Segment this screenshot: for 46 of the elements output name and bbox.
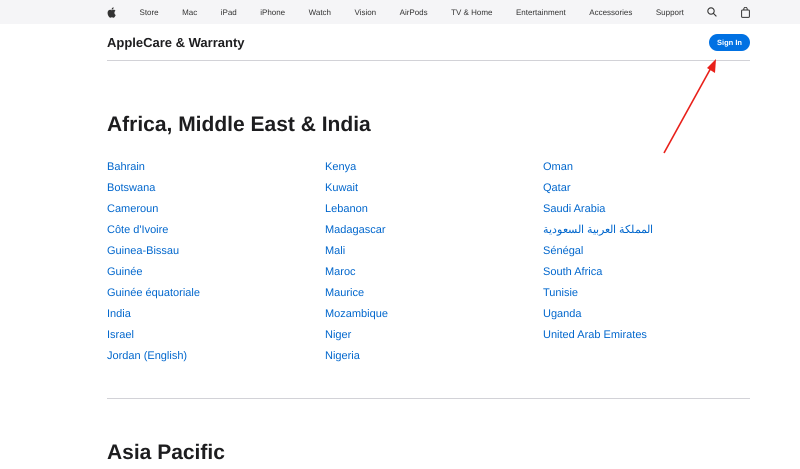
country-link[interactable]: Lebanon [325,199,368,220]
nav-link[interactable]: iPad [220,8,237,16]
country-link[interactable]: Côte d'Ivoire [107,220,168,241]
country-link[interactable]: Sénégal [543,241,584,262]
country-link[interactable]: Guinée équatoriale [107,283,200,304]
shopping-bag-icon[interactable] [740,6,750,18]
country-link[interactable]: Maroc [325,262,356,283]
nav-link[interactable]: Entertainment [516,8,566,16]
country-link[interactable]: Israel [107,325,134,346]
country-link[interactable]: Oman [543,157,573,178]
country-link[interactable]: Maurice [325,283,364,304]
section-heading: Africa, Middle East & India [107,112,372,138]
country-link[interactable]: Cameroun [107,199,158,220]
country-link[interactable]: Bahrain [107,157,145,178]
nav-link[interactable]: AirPods [400,8,428,16]
country-link[interactable]: Jordan (English) [107,346,188,367]
search-icon[interactable] [707,7,718,17]
country-link[interactable]: Kenya [325,157,356,178]
country-link[interactable]: Botswana [107,178,156,199]
country-link[interactable]: United Arab Emirates [543,325,647,346]
country-link[interactable]: Mozambique [325,304,388,325]
apple-icon[interactable] [107,6,116,18]
country-link[interactable]: Niger [325,325,352,346]
country-link[interactable]: Tunisie [543,283,578,304]
nav-link[interactable]: Accessories [589,8,632,16]
nav-link[interactable]: Watch [308,8,331,16]
country-link[interactable]: المملكة العربية السعودية [543,220,654,241]
country-link[interactable]: India [107,304,131,325]
page-title: AppleCare & Warranty [107,34,244,50]
country-link[interactable]: Kuwait [325,178,358,199]
country-link[interactable]: Madagascar [325,220,386,241]
country-link[interactable]: Saudi Arabia [543,199,606,220]
section-heading: Asia Pacific [107,440,226,466]
country-link[interactable]: Nigeria [325,346,360,367]
country-link[interactable]: Qatar [543,178,571,199]
country-link[interactable]: Guinea-Bissau [107,241,180,262]
nav-link[interactable]: Store [139,8,159,16]
nav-link[interactable]: Vision [354,8,376,16]
nav-link[interactable]: TV & Home [451,8,492,16]
nav-link[interactable]: Mac [182,8,198,16]
country-link[interactable]: Uganda [543,304,582,325]
country-link[interactable]: Mali [325,241,346,262]
country-link[interactable]: South Africa [543,262,602,283]
nav-link[interactable]: Support [656,8,684,16]
nav-link[interactable]: iPhone [260,8,286,16]
country-link[interactable]: Guinée [107,262,142,283]
